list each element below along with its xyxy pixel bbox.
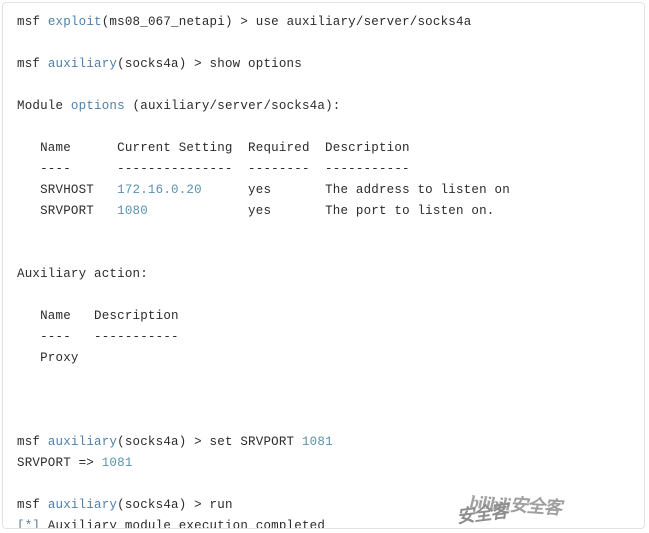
terminal-text: (socks4a) > show options <box>117 57 302 71</box>
terminal-text: Proxy <box>17 351 79 365</box>
terminal-text: Module <box>17 99 71 113</box>
terminal-text: yes The address to listen on <box>201 183 510 197</box>
terminal-output-line: Auxiliary action: <box>17 264 644 285</box>
terminal-output-line: SRVHOST 172.16.0.20 yes The address to l… <box>17 180 644 201</box>
terminal-text: SRVHOST <box>17 183 118 197</box>
terminal-output-line: Name Current Setting Required Descriptio… <box>17 138 644 159</box>
terminal-command-line: msf exploit(ms08_067_netapi) > use auxil… <box>17 12 644 33</box>
terminal-output-line: ---- ----------- <box>17 327 644 348</box>
terminal-text: msf <box>17 15 48 29</box>
terminal-text: Auxiliary module execution completed <box>40 519 326 529</box>
terminal-output-line: SRVPORT 1080 yes The port to listen on. <box>17 201 644 222</box>
terminal-text: (socks4a) > set SRVPORT <box>117 435 302 449</box>
terminal-output-line: Proxy <box>17 348 644 369</box>
terminal-value: 172.16.0.20 <box>117 183 202 197</box>
terminal-text: ---- ----------- <box>17 330 179 344</box>
terminal-text: SRVPORT => <box>17 456 102 470</box>
terminal-keyword: exploit <box>47 15 102 29</box>
terminal-output-line: SRVPORT => 1081 <box>17 453 644 474</box>
terminal-output-line: Name Description <box>17 306 644 327</box>
terminal-value: 1081 <box>301 435 333 449</box>
terminal-text: ---- --------------- -------- ----------… <box>17 162 410 176</box>
terminal-value: 1081 <box>101 456 133 470</box>
terminal-text: Auxiliary action: <box>17 267 148 281</box>
terminal-status-marker: [*] <box>17 519 41 529</box>
terminal-output-line: ---- --------------- -------- ----------… <box>17 159 644 180</box>
terminal-text: SRVPORT <box>17 204 118 218</box>
terminal-text: (ms08_067_netapi) > use auxiliary/server… <box>101 15 472 29</box>
terminal-output-line: [*] Auxiliary module execution completed <box>17 516 644 529</box>
terminal-keyword: auxiliary <box>47 435 118 449</box>
terminal-text: msf <box>17 57 48 71</box>
terminal-text: msf <box>17 498 48 512</box>
terminal-output-line: Module options (auxiliary/server/socks4a… <box>17 96 644 117</box>
terminal-keyword: options <box>70 99 125 113</box>
terminal-keyword: auxiliary <box>47 498 118 512</box>
terminal-keyword: auxiliary <box>47 57 118 71</box>
terminal-text: (auxiliary/server/socks4a): <box>124 99 341 113</box>
terminal-text: msf <box>17 435 48 449</box>
terminal-panel[interactable]: msf exploit(ms08_067_netapi) > use auxil… <box>2 2 645 529</box>
terminal-text: Name Current Setting Required Descriptio… <box>17 141 410 155</box>
terminal-text: yes The port to listen on. <box>147 204 495 218</box>
terminal-command-line: msf auxiliary(socks4a) > set SRVPORT 108… <box>17 432 644 453</box>
terminal-command-line: msf auxiliary(socks4a) > show options <box>17 54 644 75</box>
terminal-output[interactable]: msf exploit(ms08_067_netapi) > use auxil… <box>3 3 644 529</box>
terminal-text: Name Description <box>17 309 179 323</box>
terminal-value: 1080 <box>117 204 148 218</box>
terminal-text: (socks4a) > run <box>117 498 233 512</box>
terminal-command-line: msf auxiliary(socks4a) > run <box>17 495 644 516</box>
